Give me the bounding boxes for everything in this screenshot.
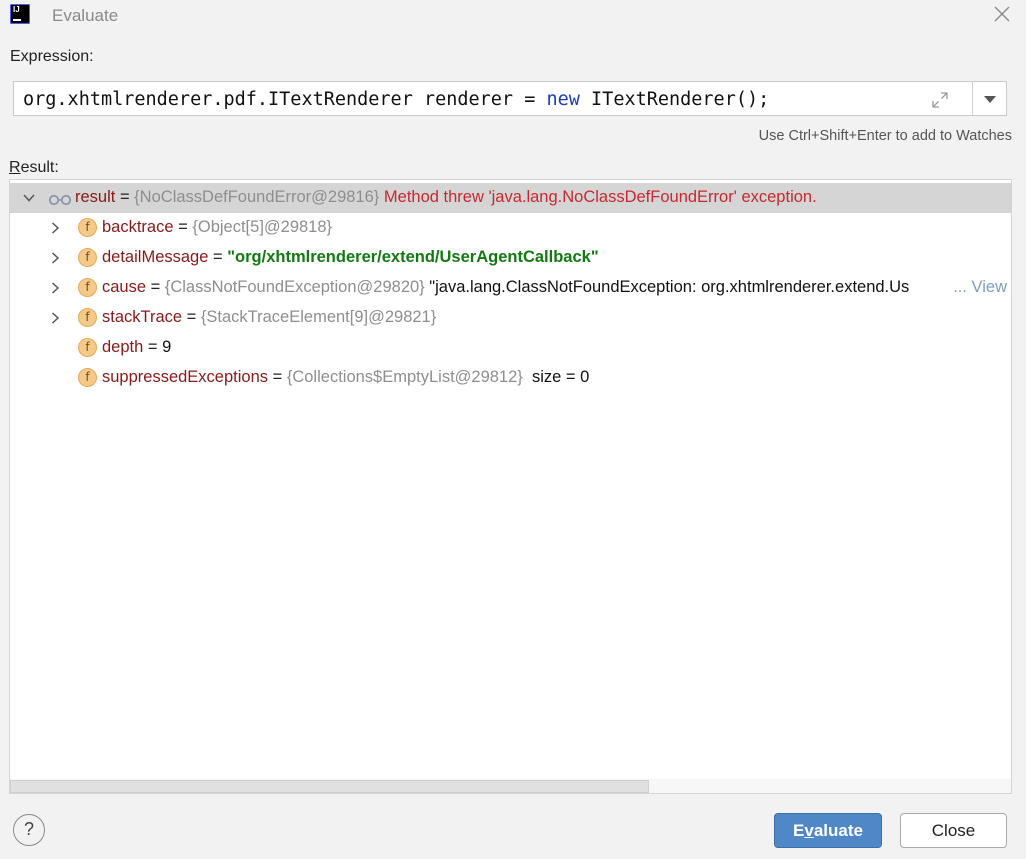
title-bar: IJ Evaluate — [0, 0, 1026, 32]
var-eq: = — [173, 218, 193, 236]
tree-row-stacktrace[interactable]: f stackTrace = {StackTraceElement[9]@298… — [10, 303, 1011, 333]
field-icon: f — [78, 368, 97, 387]
tree-row-suppressedexceptions[interactable]: f suppressedExceptions = {Collections$Em… — [10, 363, 1011, 393]
window-title: Evaluate — [52, 6, 119, 25]
logo-text: IJ — [13, 5, 20, 14]
field-icon: f — [78, 278, 97, 297]
evaluate-button[interactable]: Evaluate — [774, 813, 882, 848]
result-label-rest: esult: — [20, 159, 59, 176]
tree-row-text: depth = 9 — [102, 338, 171, 357]
var-eq: = — [208, 248, 228, 266]
chevron-down-icon[interactable] — [22, 191, 36, 205]
var-type: {Collections$EmptyList@29812} — [286, 368, 523, 386]
tree-row-text: cause = {ClassNotFoundException@29820} "… — [102, 278, 949, 297]
var-type: {Object[5]@29818} — [192, 218, 333, 236]
field-icon: f — [78, 218, 97, 237]
evaluate-label-mnemonic: v — [804, 821, 814, 840]
tree-row-backtrace[interactable]: f backtrace = {Object[5]@29818} — [10, 213, 1011, 243]
evaluate-label-post: aluate — [813, 821, 863, 840]
tree-row-detailmessage[interactable]: f detailMessage = "org/xhtmlrenderer/ext… — [10, 243, 1011, 273]
var-name: detailMessage — [102, 248, 209, 266]
var-string-value: "org/xhtmlrenderer/extend/UserAgentCallb… — [227, 248, 599, 266]
var-name: suppressedExceptions — [102, 368, 269, 386]
var-value: 9 — [162, 338, 172, 356]
var-eq: = — [115, 188, 135, 206]
var-type: {ClassNotFoundException@29820} — [164, 278, 425, 296]
code-prefix: org.xhtmlrenderer.pdf.ITextRenderer rend… — [23, 89, 547, 110]
chevron-right-icon[interactable] — [48, 251, 62, 265]
var-value: "java.lang.ClassNotFoundException: org.x… — [429, 278, 910, 296]
var-type: {StackTraceElement[9]@29821} — [200, 308, 437, 326]
var-eq: = — [182, 308, 201, 326]
chevron-right-icon[interactable] — [48, 311, 62, 325]
code-keyword: new — [546, 89, 580, 110]
field-icon: f — [78, 248, 97, 267]
history-dropdown-button[interactable] — [973, 82, 1006, 115]
tree-row-text: stackTrace = {StackTraceElement[9]@29821… — [102, 308, 436, 327]
result-label-mnemonic: R — [9, 159, 21, 176]
tree-row-text: suppressedExceptions = {Collections$Empt… — [102, 368, 589, 387]
close-button[interactable]: Close — [900, 813, 1007, 848]
result-tree[interactable]: result = {NoClassDefFoundError@29816} Me… — [9, 179, 1012, 794]
horizontal-scrollbar[interactable] — [10, 779, 1011, 793]
intellij-logo-icon: IJ — [10, 4, 30, 24]
scrollbar-thumb[interactable] — [10, 780, 649, 793]
field-icon: f — [78, 308, 97, 327]
result-label: Result: — [9, 159, 59, 177]
tree-row-result[interactable]: result = {NoClassDefFoundError@29816} Me… — [10, 183, 1011, 213]
var-value: size = 0 — [531, 368, 590, 386]
var-name: result — [75, 188, 116, 206]
expression-code[interactable]: org.xhtmlrenderer.pdf.ITextRenderer rend… — [23, 89, 769, 110]
chevron-right-icon[interactable] — [48, 281, 62, 295]
var-eq: = — [268, 368, 287, 386]
var-name: depth — [102, 338, 144, 356]
tree-row-depth[interactable]: f depth = 9 — [10, 333, 1011, 363]
var-name: stackTrace — [102, 308, 183, 326]
close-icon[interactable] — [990, 2, 1014, 26]
field-icon: f — [78, 338, 97, 357]
watch-glasses-icon — [48, 192, 72, 206]
expand-editor-icon[interactable] — [930, 90, 950, 110]
tree-row-text: detailMessage = "org/xhtmlrenderer/exten… — [102, 248, 599, 267]
watches-hint: Use Ctrl+Shift+Enter to add to Watches — [758, 128, 1012, 144]
help-button[interactable]: ? — [13, 814, 45, 846]
error-message: Method threw 'java.lang.NoClassDefFoundE… — [383, 188, 817, 206]
var-name: backtrace — [102, 218, 174, 236]
code-suffix: ITextRenderer(); — [579, 89, 770, 110]
expression-input[interactable]: org.xhtmlrenderer.pdf.ITextRenderer rend… — [13, 81, 1007, 116]
view-link[interactable]: ... View — [953, 278, 1007, 297]
evaluate-label-pre: E — [793, 821, 805, 840]
var-name: cause — [102, 278, 147, 296]
chevron-right-icon[interactable] — [48, 221, 62, 235]
tree-row-text: result = {NoClassDefFoundError@29816} Me… — [75, 188, 817, 207]
var-type: {NoClassDefFoundError@29816} — [134, 188, 380, 206]
tree-row-cause[interactable]: f cause = {ClassNotFoundException@29820}… — [10, 273, 1011, 303]
tree-row-text: backtrace = {Object[5]@29818} — [102, 218, 332, 237]
expression-label: Expression: — [10, 48, 94, 65]
var-eq: = — [146, 278, 165, 296]
var-eq: = — [143, 338, 163, 356]
